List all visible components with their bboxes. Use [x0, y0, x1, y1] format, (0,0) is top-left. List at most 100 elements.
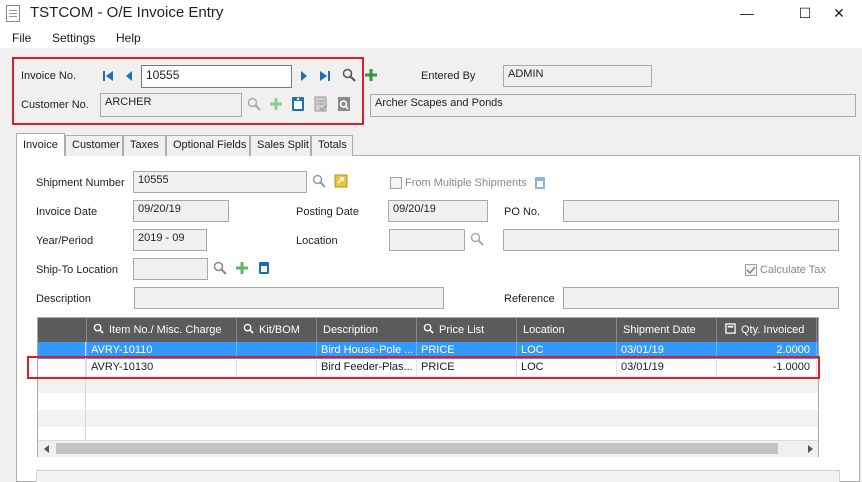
cell-description[interactable]: Bird House-Pole ...: [316, 342, 416, 359]
column-header-qty-invoiced[interactable]: Qty. Invoiced: [716, 318, 816, 342]
minimize-button[interactable]: —: [724, 0, 770, 28]
from-multiple-shipments-checkbox[interactable]: [390, 177, 402, 189]
menu-file[interactable]: File: [12, 31, 31, 45]
row-selector-divider: [85, 342, 86, 452]
column-header-location[interactable]: Location: [516, 318, 616, 342]
cell-location[interactable]: LOC: [516, 342, 616, 359]
tab-taxes[interactable]: Taxes: [123, 135, 166, 156]
customer-document-icon[interactable]: [336, 96, 352, 112]
invoice-finder-icon[interactable]: [341, 67, 357, 83]
entered-by-field: ADMIN: [503, 65, 652, 87]
shipments-info-icon[interactable]: [532, 175, 548, 191]
cell-shipment-date[interactable]: 03/01/19: [616, 342, 716, 359]
from-multiple-shipments-label: From Multiple Shipments: [405, 177, 527, 189]
cell-item-number[interactable]: AVRY-10110: [86, 342, 236, 359]
reference-field[interactable]: [563, 287, 839, 309]
calculator-icon: [725, 323, 736, 334]
cell-qty-invoiced[interactable]: -1.0000: [716, 359, 816, 376]
search-icon: [93, 323, 104, 334]
cell-description[interactable]: Bird Feeder-Plas...: [316, 359, 416, 376]
shipment-number-field[interactable]: 10555: [133, 171, 307, 193]
description-label: Description: [36, 293, 92, 305]
cell-shipment-date[interactable]: 03/01/19: [616, 359, 716, 376]
column-header-price-list-label: Price List: [439, 324, 485, 336]
row-selector[interactable]: [38, 359, 86, 376]
column-header-price-list[interactable]: Price List: [416, 318, 516, 342]
cell-qty-invoiced[interactable]: 2.0000: [716, 342, 816, 359]
cell-item-number[interactable]: AVRY-10130: [86, 359, 236, 376]
customer-number-field[interactable]: ARCHER: [100, 93, 242, 117]
add-ship-to-icon[interactable]: [234, 260, 250, 276]
year-period-label: Year/Period: [36, 235, 94, 247]
grid-header: Item No./ Misc. Charge Kit/BOM Descripti…: [38, 318, 818, 342]
row-selector[interactable]: [38, 342, 86, 359]
calculate-tax-label: Calculate Tax: [760, 264, 826, 276]
calculate-tax-checkbox[interactable]: [745, 264, 757, 276]
tab-sales-split[interactable]: Sales Split: [250, 135, 311, 156]
first-record-icon[interactable]: [100, 68, 116, 84]
empty-row: [38, 410, 818, 427]
tab-totals[interactable]: Totals: [311, 135, 353, 156]
invoice-number-input[interactable]: 10555: [141, 65, 292, 88]
shipment-finder-icon[interactable]: [311, 173, 327, 189]
shipment-number-label: Shipment Number: [36, 177, 125, 189]
empty-row: [38, 393, 818, 410]
cell-kit-bom[interactable]: [236, 359, 316, 376]
ship-to-info-icon[interactable]: [256, 260, 272, 276]
customer-name-field: Archer Scapes and Ponds: [370, 94, 856, 117]
location-field[interactable]: [389, 229, 465, 251]
new-invoice-icon[interactable]: [363, 67, 379, 83]
posting-date-label: Posting Date: [296, 206, 359, 218]
close-button[interactable]: ✕: [816, 0, 862, 28]
location-description-field: [503, 229, 839, 251]
invoice-number-label: Invoice No.: [21, 70, 77, 82]
year-period-field[interactable]: 2019 - 09: [133, 229, 207, 251]
po-number-field[interactable]: [563, 200, 839, 222]
ship-to-location-label: Ship-To Location: [36, 264, 118, 276]
cell-price-list[interactable]: PRICE: [416, 342, 516, 359]
customer-info-icon[interactable]: [290, 96, 306, 112]
table-row[interactable]: AVRY-10110 Bird House-Pole ... PRICE LOC…: [38, 342, 818, 359]
column-header-kit-bom[interactable]: Kit/BOM: [236, 318, 316, 342]
previous-record-icon[interactable]: [121, 68, 137, 84]
scroll-right-icon[interactable]: [802, 441, 818, 457]
location-finder-icon[interactable]: [469, 231, 485, 247]
tab-optional-fields[interactable]: Optional Fields: [166, 135, 250, 156]
column-header-qty-invoiced-label: Qty. Invoiced: [741, 324, 805, 336]
cell-location[interactable]: LOC: [516, 359, 616, 376]
search-icon: [423, 323, 434, 334]
ship-to-location-field[interactable]: [133, 258, 208, 280]
menu-help[interactable]: Help: [116, 31, 141, 45]
cell-overflow[interactable]: E: [816, 359, 818, 376]
column-header-shipment-date[interactable]: Shipment Date: [616, 318, 716, 342]
table-row[interactable]: AVRY-10130 Bird Feeder-Plas... PRICE LOC…: [38, 359, 818, 376]
last-record-icon[interactable]: [317, 68, 333, 84]
column-header-item-number[interactable]: Item No./ Misc. Charge: [86, 318, 236, 342]
add-customer-icon[interactable]: [268, 96, 284, 112]
column-header-description[interactable]: Description: [316, 318, 416, 342]
posting-date-field[interactable]: 09/20/19: [388, 200, 488, 222]
customer-number-label: Customer No.: [21, 99, 89, 111]
tab-customer[interactable]: Customer: [65, 135, 123, 156]
invoice-date-label: Invoice Date: [36, 206, 98, 218]
ship-to-finder-icon[interactable]: [212, 260, 228, 276]
customer-finder-icon[interactable]: [246, 96, 262, 112]
description-field[interactable]: [134, 287, 444, 309]
scrollbar-thumb[interactable]: [56, 443, 778, 454]
reference-label: Reference: [504, 293, 555, 305]
scroll-left-icon[interactable]: [39, 441, 55, 457]
entered-by-label: Entered By: [421, 70, 476, 82]
customer-notes-icon[interactable]: [313, 96, 329, 112]
shipment-zoom-icon[interactable]: [333, 173, 349, 189]
cell-overflow[interactable]: E: [816, 342, 818, 359]
location-label: Location: [296, 235, 338, 247]
empty-row: [38, 376, 818, 393]
menu-settings[interactable]: Settings: [52, 31, 95, 45]
search-icon: [243, 323, 254, 334]
next-record-icon[interactable]: [296, 68, 312, 84]
cell-kit-bom[interactable]: [236, 342, 316, 359]
tab-invoice[interactable]: Invoice: [16, 133, 65, 156]
cell-price-list[interactable]: PRICE: [416, 359, 516, 376]
invoice-detail-grid: Item No./ Misc. Charge Kit/BOM Descripti…: [37, 317, 819, 457]
invoice-date-field[interactable]: 09/20/19: [133, 200, 229, 222]
